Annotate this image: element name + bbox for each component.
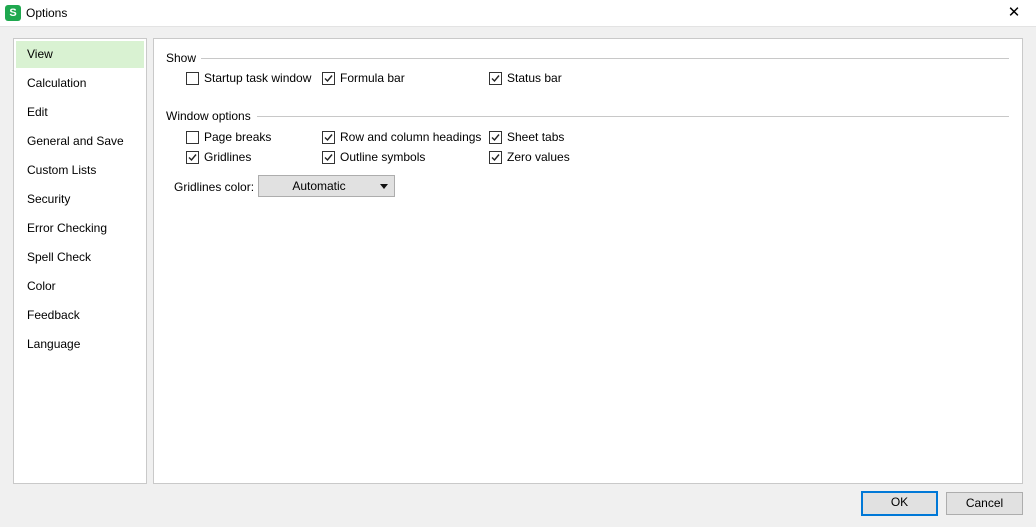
sidebar-item-label: Color <box>27 279 56 293</box>
sidebar-item-security[interactable]: Security <box>16 186 144 213</box>
sidebar-item-label: General and Save <box>27 134 124 148</box>
checkmark-icon <box>324 154 333 162</box>
sidebar-item-label: View <box>27 47 53 61</box>
gridlines-label: Gridlines <box>204 150 252 164</box>
startup-task-window-checkbox[interactable] <box>186 72 199 85</box>
sidebar-item-label: Feedback <box>27 308 80 322</box>
sidebar-item-edit[interactable]: Edit <box>16 99 144 126</box>
sidebar-item-view[interactable]: View <box>16 41 144 68</box>
sidebar-item-label: Error Checking <box>27 221 108 235</box>
sheet-tabs-label: Sheet tabs <box>507 130 565 144</box>
row-column-headings-checkbox[interactable] <box>322 131 335 144</box>
row-column-headings-label: Row and column headings <box>340 130 482 144</box>
sidebar-item-label: Spell Check <box>27 250 92 264</box>
status-bar-label: Status bar <box>507 71 562 85</box>
outline-symbols-checkbox[interactable] <box>322 151 335 164</box>
sidebar-item-custom-lists[interactable]: Custom Lists <box>16 157 144 184</box>
close-button[interactable]: ✕ <box>992 0 1036 26</box>
gridlines-color-label: Gridlines color: <box>174 180 255 194</box>
checkmark-icon <box>491 134 500 142</box>
sidebar-item-label: Edit <box>27 105 48 119</box>
ok-button[interactable]: OK <box>861 491 938 516</box>
dropdown-arrow-icon <box>380 184 388 189</box>
page-breaks-label: Page breaks <box>204 130 272 144</box>
formula-bar-label: Formula bar <box>340 71 405 85</box>
sidebar-item-color[interactable]: Color <box>16 273 144 300</box>
sidebar-item-calculation[interactable]: Calculation <box>16 70 144 97</box>
app-logo-icon: S <box>5 5 21 21</box>
formula-bar-checkbox[interactable] <box>322 72 335 85</box>
window-title: Options <box>26 6 68 20</box>
checkmark-icon <box>491 75 500 83</box>
sidebar-item-error-checking[interactable]: Error Checking <box>16 215 144 242</box>
sidebar-item-label: Calculation <box>27 76 87 90</box>
sidebar-item-label: Custom Lists <box>27 163 97 177</box>
zero-values-label: Zero values <box>507 150 570 164</box>
zero-values-checkbox[interactable] <box>489 151 502 164</box>
gridlines-checkbox[interactable] <box>186 151 199 164</box>
sheet-tabs-checkbox[interactable] <box>489 131 502 144</box>
startup-task-window-label: Startup task window <box>204 71 312 85</box>
page-breaks-checkbox[interactable] <box>186 131 199 144</box>
sidebar-item-feedback[interactable]: Feedback <box>16 302 144 329</box>
sidebar-item-general-and-save[interactable]: General and Save <box>16 128 144 155</box>
sidebar-item-spell-check[interactable]: Spell Check <box>16 244 144 271</box>
checkmark-icon <box>324 134 333 142</box>
checkmark-icon <box>188 154 197 162</box>
window-options-title: Window options <box>166 109 254 123</box>
options-sidebar: View Calculation Edit General and Save C… <box>13 38 147 484</box>
sidebar-item-label: Language <box>27 337 81 351</box>
window-options-divider <box>257 116 1009 117</box>
title-bar: S Options ✕ <box>0 0 1036 27</box>
gridlines-color-value: Automatic <box>292 179 346 193</box>
cancel-button[interactable]: Cancel <box>946 492 1023 515</box>
close-icon: ✕ <box>1007 4 1021 21</box>
sidebar-item-label: Security <box>27 192 71 206</box>
checkmark-icon <box>324 75 333 83</box>
show-section-divider <box>201 58 1009 59</box>
checkmark-icon <box>491 154 500 162</box>
outline-symbols-label: Outline symbols <box>340 150 426 164</box>
show-section-title: Show <box>166 51 200 65</box>
status-bar-checkbox[interactable] <box>489 72 502 85</box>
gridlines-color-select[interactable]: Automatic <box>258 175 395 197</box>
sidebar-item-language[interactable]: Language <box>16 331 144 358</box>
options-content-panel: Show Startup task window Formula bar Sta… <box>153 38 1023 484</box>
